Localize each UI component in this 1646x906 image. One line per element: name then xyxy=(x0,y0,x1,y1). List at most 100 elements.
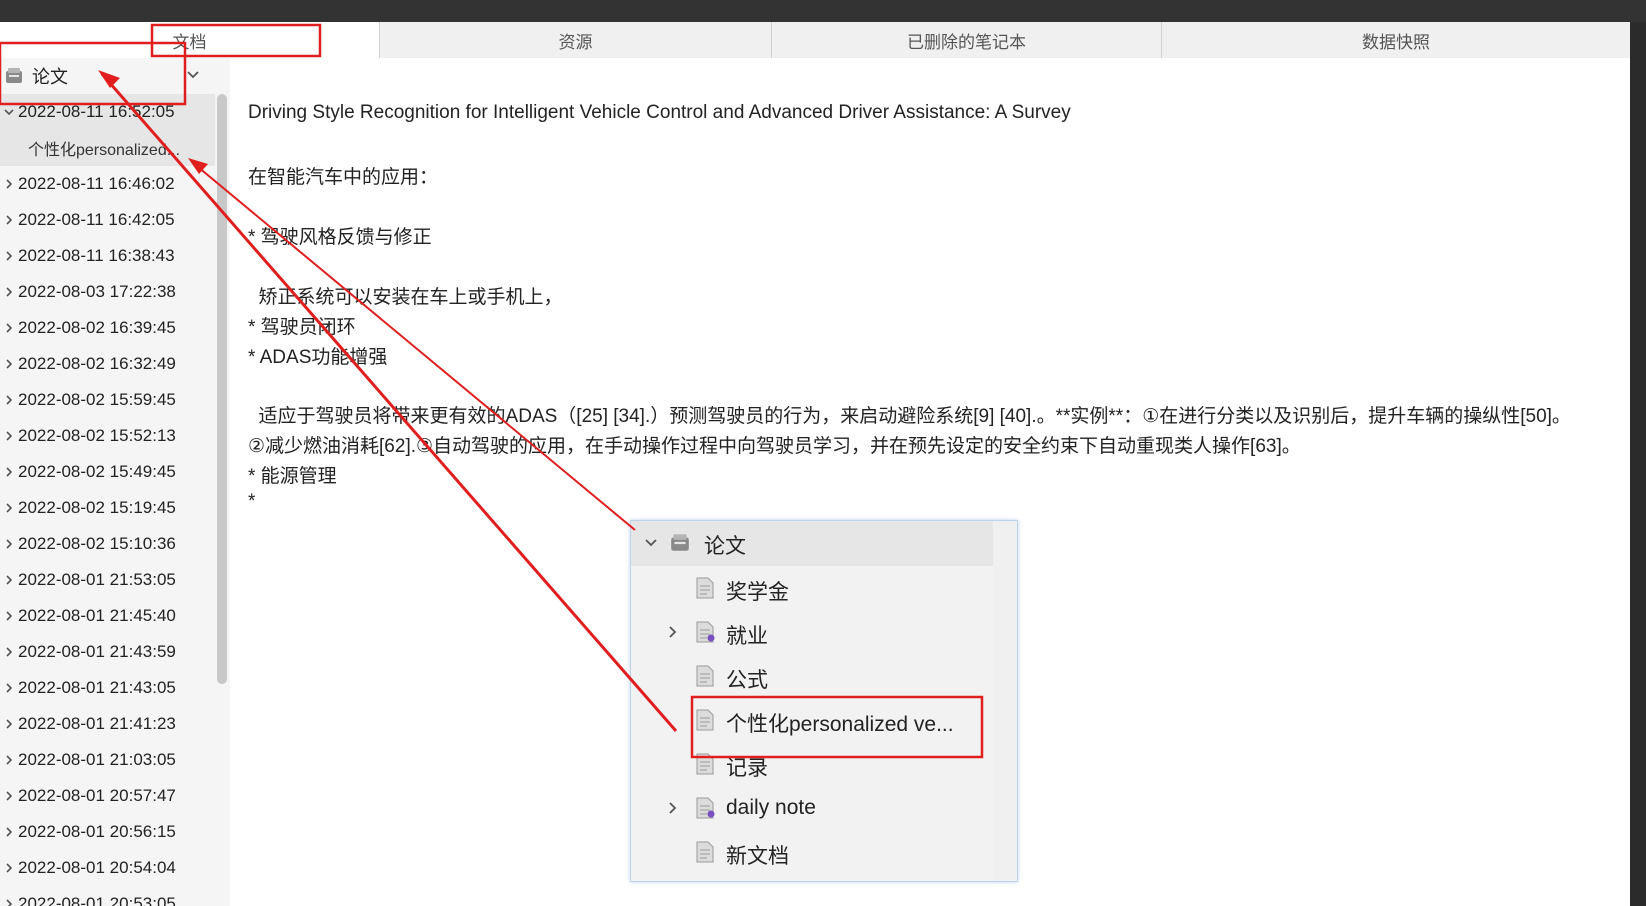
chevron-right-icon[interactable] xyxy=(0,862,18,874)
chevron-right-icon[interactable] xyxy=(0,178,18,190)
editor-line[interactable]: ②减少燃油消耗[62].③自动驾驶的应用，在手动操作过程中向驾驶员学习，并在预先… xyxy=(248,431,1301,458)
tree-item-label: 奖学金 xyxy=(726,581,789,604)
editor-line[interactable]: 适应于驾驶员将带来更有效的ADAS（[25] [34].）预测驾驶员的行为，来启… xyxy=(248,401,1571,428)
history-entry[interactable]: 2022-08-01 21:03:05 xyxy=(0,742,215,778)
history-entry[interactable]: 2022-08-01 21:53:05 xyxy=(0,562,215,598)
history-entry-label: 2022-08-01 20:54:04 xyxy=(18,858,176,877)
tab-deleted-notebooks[interactable]: 已删除的笔记本 xyxy=(772,22,1162,58)
editor-line[interactable]: * 能源管理 xyxy=(248,461,337,488)
tree-root-notebook[interactable]: 论文 xyxy=(631,521,993,566)
chevron-right-icon[interactable] xyxy=(0,538,18,550)
tree-item[interactable]: daily note xyxy=(631,786,993,831)
history-entry-label: 2022-08-11 16:46:02 xyxy=(18,174,175,193)
chevron-right-icon[interactable] xyxy=(0,394,18,406)
chevron-right-icon[interactable] xyxy=(0,718,18,730)
chevron-right-icon[interactable] xyxy=(0,286,18,298)
tab-resources[interactable]: 资源 xyxy=(380,22,772,58)
history-entry[interactable]: 2022-08-01 21:43:59 xyxy=(0,634,215,670)
history-entry[interactable]: 2022-08-01 20:56:15 xyxy=(0,814,215,850)
chevron-right-icon[interactable] xyxy=(0,502,18,514)
document-with-children-icon xyxy=(695,621,715,643)
history-list: 2022-08-11 16:52:05 个性化personalized... 202… xyxy=(0,94,215,906)
sidebar-scrollbar[interactable] xyxy=(216,94,228,906)
history-entry-label: 2022-08-01 20:56:15 xyxy=(18,822,176,841)
chevron-right-icon[interactable] xyxy=(0,826,18,838)
chevron-right-icon[interactable] xyxy=(0,430,18,442)
history-entry-label: 2022-08-02 15:49:45 xyxy=(18,462,176,481)
chevron-down-icon[interactable] xyxy=(186,68,200,82)
chevron-right-icon[interactable] xyxy=(0,574,18,586)
tree-item[interactable]: 奖学金 xyxy=(631,566,993,611)
history-entry[interactable]: 2022-08-02 15:59:45 xyxy=(0,382,215,418)
history-entry-label: 2022-08-01 21:41:23 xyxy=(18,714,176,733)
tree-item-label: 记录 xyxy=(726,757,768,780)
history-entry-label: 2022-08-01 21:43:05 xyxy=(18,678,176,697)
chevron-right-icon[interactable] xyxy=(0,466,18,478)
history-entry[interactable]: 2022-08-01 21:43:05 xyxy=(0,670,215,706)
chevron-right-icon[interactable] xyxy=(663,622,683,642)
chevron-right-icon[interactable] xyxy=(0,610,18,622)
history-entry-label: 个性化personalized... xyxy=(28,142,181,159)
notebook-name: 论文 xyxy=(32,67,68,87)
history-entry[interactable]: 2022-08-02 15:19:45 xyxy=(0,490,215,526)
editor-line[interactable]: 矫正系统可以安装在车上或手机上， xyxy=(248,282,563,309)
history-entry[interactable]: 2022-08-01 20:53:05 xyxy=(0,886,215,906)
chevron-right-icon[interactable] xyxy=(0,646,18,658)
history-snapshot-child[interactable]: 个性化personalized... xyxy=(0,130,215,166)
chevron-right-icon[interactable] xyxy=(0,898,18,906)
history-entry-label: 2022-08-01 21:53:05 xyxy=(18,570,176,589)
history-entry[interactable]: 2022-08-11 16:46:02 xyxy=(0,166,215,202)
document-icon xyxy=(695,665,715,687)
history-entry-label: 2022-08-01 21:43:59 xyxy=(18,642,176,661)
history-entry[interactable]: 2022-08-01 20:57:47 xyxy=(0,778,215,814)
chevron-right-icon[interactable] xyxy=(663,798,683,818)
document-icon xyxy=(695,709,715,731)
chevron-down-icon[interactable] xyxy=(641,533,661,553)
editor-line[interactable]: Driving Style Recognition for Intelligen… xyxy=(248,102,1071,124)
editor-line[interactable]: * ADAS功能增强 xyxy=(248,342,387,369)
tree-item[interactable]: 公式 xyxy=(631,654,993,699)
history-entry[interactable]: 2022-08-11 16:42:05 xyxy=(0,202,215,238)
history-entry-label: 2022-08-01 21:45:40 xyxy=(18,606,176,625)
history-entry[interactable]: 2022-08-02 15:10:36 xyxy=(0,526,215,562)
history-entry[interactable]: 2022-08-11 16:38:43 xyxy=(0,238,215,274)
editor-line[interactable]: * 驾驶风格反馈与修正 xyxy=(248,222,432,249)
doc-tree-popup: 论文奖学金就业 公式个性化personalized ve... 记录 daily no… xyxy=(630,520,1018,882)
history-entry[interactable]: 2022-08-02 16:32:49 xyxy=(0,346,215,382)
history-entry[interactable]: 2022-08-11 16:52:05 xyxy=(0,94,215,130)
history-entry[interactable]: 2022-08-01 21:41:23 xyxy=(0,706,215,742)
scrollbar-thumb[interactable] xyxy=(217,94,227,684)
tree-item-selected[interactable]: 个性化personalized ve... xyxy=(631,698,993,743)
window-titlebar xyxy=(0,0,1646,22)
tree-item[interactable]: 新文档 xyxy=(631,830,993,875)
history-entry[interactable]: 2022-08-02 15:52:13 xyxy=(0,418,215,454)
editor-line[interactable]: 在智能汽车中的应用： xyxy=(248,162,438,189)
chevron-right-icon[interactable] xyxy=(0,754,18,766)
notebook-selector[interactable]: 论文 xyxy=(0,58,215,94)
history-entry[interactable]: 2022-08-02 15:49:45 xyxy=(0,454,215,490)
chevron-down-icon[interactable] xyxy=(0,106,18,118)
tab-bar: 文档 资源 已删除的笔记本 数据快照 xyxy=(0,22,1630,58)
chevron-right-icon[interactable] xyxy=(0,250,18,262)
history-entry[interactable]: 2022-08-01 21:45:40 xyxy=(0,598,215,634)
tab-documents[interactable]: 文档 xyxy=(0,22,380,58)
tree-item-label: 个性化personalized ve... xyxy=(726,713,954,736)
editor-line[interactable]: * xyxy=(248,491,255,513)
history-sidebar: 论文 2022-08-11 16:52:05 个性化personalized...… xyxy=(0,58,230,906)
history-entry[interactable]: 2022-08-01 20:54:04 xyxy=(0,850,215,886)
editor-line[interactable]: * 驾驶员闭环 xyxy=(248,312,356,339)
history-entry-label: 2022-08-02 15:19:45 xyxy=(18,498,176,517)
history-entry[interactable]: 2022-08-03 17:22:38 xyxy=(0,274,215,310)
document-with-children-icon xyxy=(695,797,715,819)
history-entry-label: 2022-08-11 16:52:05 xyxy=(18,102,175,121)
chevron-right-icon[interactable] xyxy=(0,358,18,370)
chevron-right-icon[interactable] xyxy=(0,214,18,226)
tab-data-snapshots[interactable]: 数据快照 xyxy=(1162,22,1630,58)
chevron-right-icon[interactable] xyxy=(0,790,18,802)
history-entry-label: 2022-08-02 15:10:36 xyxy=(18,534,176,553)
chevron-right-icon[interactable] xyxy=(0,322,18,334)
chevron-right-icon[interactable] xyxy=(0,682,18,694)
history-entry[interactable]: 2022-08-02 16:39:45 xyxy=(0,310,215,346)
tree-item[interactable]: 就业 xyxy=(631,610,993,655)
tree-item[interactable]: 记录 xyxy=(631,742,993,787)
